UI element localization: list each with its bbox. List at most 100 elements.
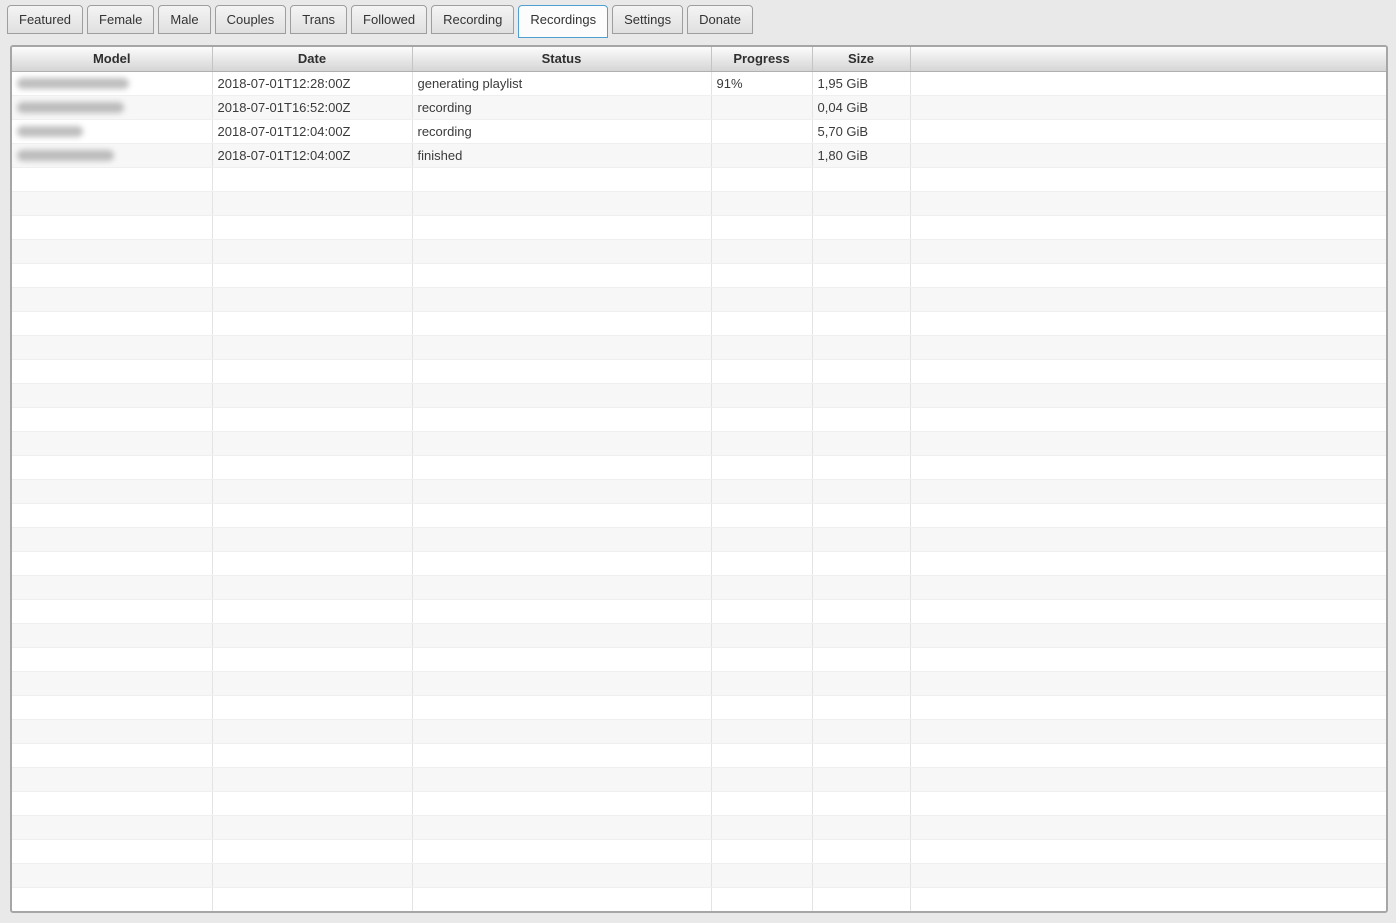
table-header-row: Model Date Status Progress Size <box>12 47 1386 72</box>
empty-cell <box>711 863 813 888</box>
empty-cell <box>711 191 813 216</box>
empty-cell <box>711 647 813 672</box>
empty-cell <box>910 239 1386 264</box>
column-header-status[interactable]: Status <box>412 47 712 72</box>
empty-cell <box>910 287 1386 312</box>
empty-row <box>12 311 1386 336</box>
empty-cell <box>812 647 911 672</box>
empty-row <box>12 695 1386 720</box>
empty-cell <box>711 407 813 432</box>
empty-row <box>12 767 1386 792</box>
empty-cell <box>412 815 712 840</box>
empty-cell <box>711 791 813 816</box>
empty-cell <box>412 407 712 432</box>
empty-cell <box>812 407 911 432</box>
empty-cell <box>12 671 213 696</box>
column-header-date[interactable]: Date <box>212 47 413 72</box>
tab-featured[interactable]: Featured <box>7 5 84 34</box>
empty-cell <box>812 455 911 480</box>
tab-followed[interactable]: Followed <box>351 5 428 34</box>
empty-cell <box>910 551 1386 576</box>
empty-row <box>12 479 1386 504</box>
empty-cell <box>910 263 1386 288</box>
empty-row <box>12 599 1386 624</box>
empty-cell <box>812 839 911 864</box>
empty-cell <box>711 599 813 624</box>
empty-cell <box>711 527 813 552</box>
empty-cell <box>212 743 413 768</box>
empty-cell <box>910 503 1386 528</box>
empty-cell <box>910 719 1386 744</box>
empty-cell <box>711 287 813 312</box>
empty-cell <box>212 815 413 840</box>
empty-cell <box>412 791 712 816</box>
empty-cell <box>212 887 413 911</box>
empty-cell <box>812 335 911 360</box>
empty-cell <box>412 455 712 480</box>
column-header-filler <box>910 47 1386 72</box>
empty-cell <box>711 623 813 648</box>
tab-trans[interactable]: Trans <box>290 5 348 34</box>
empty-cell <box>711 167 813 192</box>
empty-cell <box>910 479 1386 504</box>
empty-cell <box>12 383 213 408</box>
tab-settings[interactable]: Settings <box>612 5 684 34</box>
tab-male[interactable]: Male <box>158 5 211 34</box>
cell-filler <box>910 95 1386 120</box>
empty-cell <box>212 239 413 264</box>
empty-cell <box>412 575 712 600</box>
tab-couples[interactable]: Couples <box>214 5 287 34</box>
table-row[interactable]: 2018-07-01T16:52:00Z recording 0,04 GiB <box>12 95 1386 120</box>
tab-recording[interactable]: Recording <box>431 5 515 34</box>
table-row[interactable]: 2018-07-01T12:04:00Z recording 5,70 GiB <box>12 119 1386 144</box>
empty-cell <box>12 719 213 744</box>
empty-row <box>12 671 1386 696</box>
empty-cell <box>812 887 911 911</box>
tab-female[interactable]: Female <box>87 5 155 34</box>
empty-cell <box>412 263 712 288</box>
empty-cell <box>12 359 213 384</box>
empty-cell <box>812 599 911 624</box>
empty-cell <box>12 287 213 312</box>
empty-row <box>12 863 1386 888</box>
empty-cell <box>412 383 712 408</box>
cell-model <box>12 143 213 168</box>
empty-cell <box>812 791 911 816</box>
empty-cell <box>711 335 813 360</box>
column-header-progress[interactable]: Progress <box>711 47 813 72</box>
empty-row <box>12 527 1386 552</box>
tab-recordings[interactable]: Recordings <box>518 5 609 38</box>
column-header-model[interactable]: Model <box>12 47 213 72</box>
empty-cell <box>12 455 213 480</box>
cell-status: generating playlist <box>412 71 712 96</box>
empty-cell <box>910 359 1386 384</box>
empty-cell <box>910 311 1386 336</box>
empty-row <box>12 239 1386 264</box>
empty-cell <box>212 311 413 336</box>
column-header-size[interactable]: Size <box>812 47 911 72</box>
empty-cell <box>212 719 413 744</box>
empty-cell <box>910 191 1386 216</box>
empty-cell <box>812 623 911 648</box>
empty-cell <box>711 719 813 744</box>
empty-cell <box>910 695 1386 720</box>
empty-cell <box>812 263 911 288</box>
empty-cell <box>812 215 911 240</box>
tab-donate[interactable]: Donate <box>687 5 754 34</box>
empty-row <box>12 887 1386 911</box>
empty-row <box>12 167 1386 192</box>
table-row[interactable]: 2018-07-01T12:04:00Z finished 1,80 GiB <box>12 143 1386 168</box>
cell-size: 0,04 GiB <box>812 95 911 120</box>
empty-cell <box>910 167 1386 192</box>
table-row[interactable]: 2018-07-01T12:28:00Z generating playlist 9… <box>12 71 1386 96</box>
empty-cell <box>212 503 413 528</box>
empty-cell <box>212 767 413 792</box>
empty-cell <box>212 215 413 240</box>
empty-cell <box>212 863 413 888</box>
empty-cell <box>711 215 813 240</box>
empty-cell <box>910 791 1386 816</box>
empty-cell <box>412 215 712 240</box>
empty-row <box>12 719 1386 744</box>
empty-cell <box>212 287 413 312</box>
empty-cell <box>812 575 911 600</box>
